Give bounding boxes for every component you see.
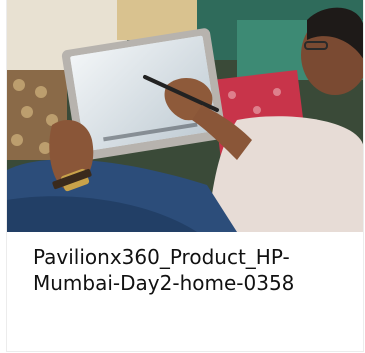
card-caption[interactable]: Pavilionx360_Product_HP-Mumbai-Day2-home… bbox=[33, 244, 353, 296]
media-card[interactable]: Pavilionx360_Product_HP-Mumbai-Day2-home… bbox=[6, 0, 364, 352]
card-thumbnail-image[interactable] bbox=[7, 0, 363, 232]
photo-illustration bbox=[7, 0, 363, 232]
